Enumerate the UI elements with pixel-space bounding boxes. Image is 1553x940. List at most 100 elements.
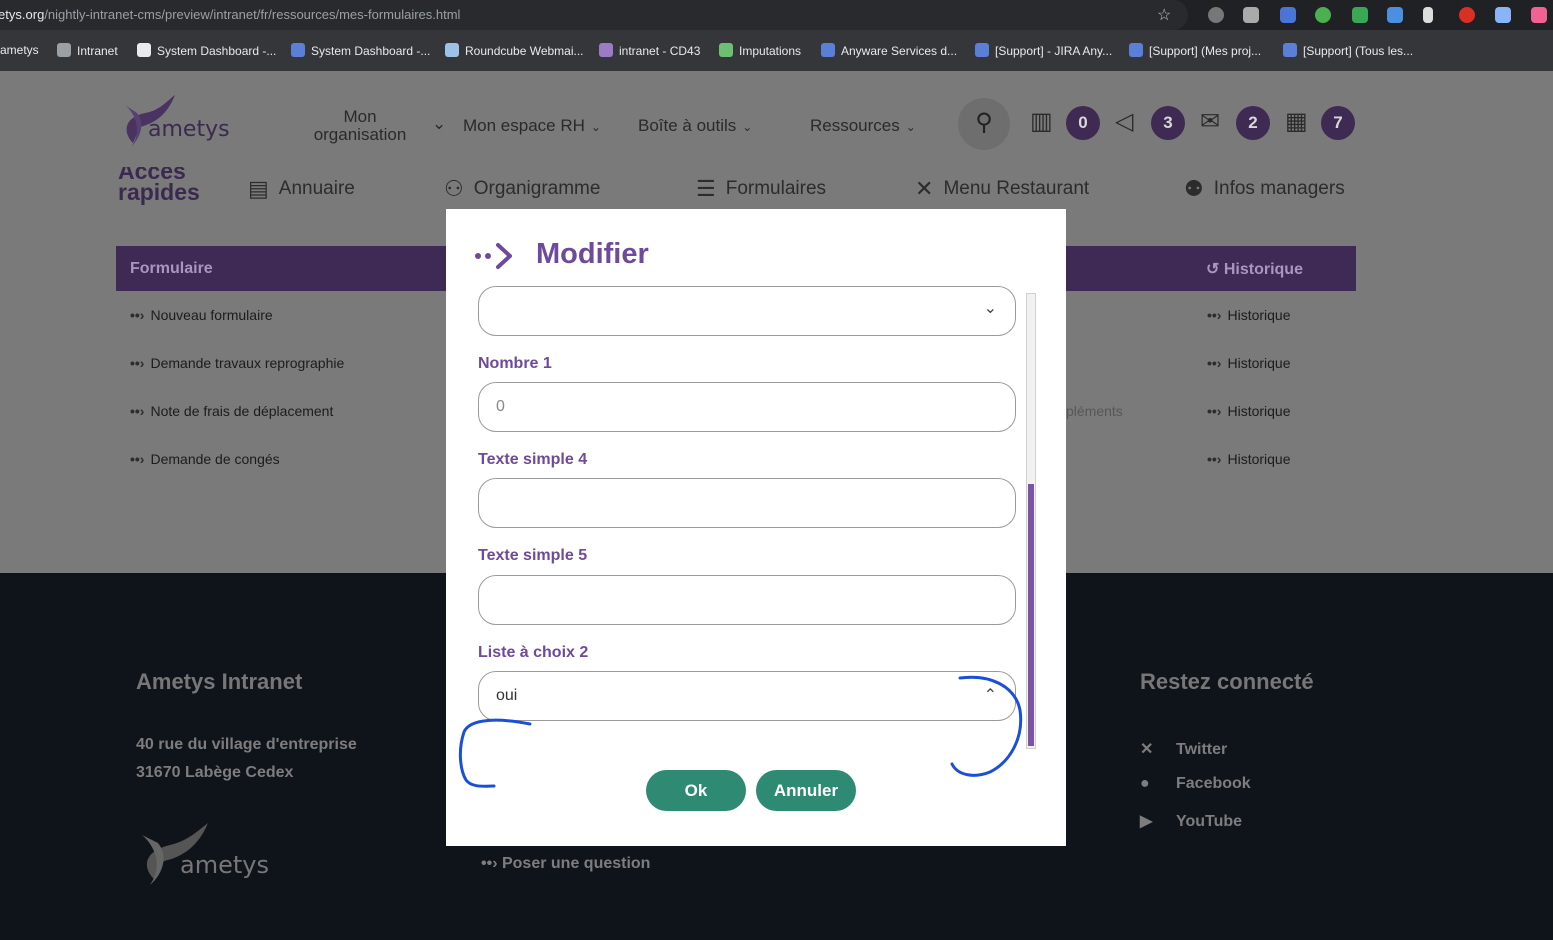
arrow-icon: ••›	[481, 855, 502, 872]
bookmark-item[interactable]: [Support] - JIRA Any...	[975, 43, 1112, 58]
quick-access-annuaire[interactable]: ▤ Annuaire	[248, 176, 355, 202]
ask-question-link[interactable]: ••› Poser une question	[481, 855, 650, 873]
extension-icon[interactable]	[1315, 7, 1331, 23]
nav-label: organisation	[313, 125, 407, 144]
camera-extension-icon[interactable]	[1243, 7, 1259, 23]
cancel-button[interactable]: Annuler	[756, 770, 856, 811]
news-count-badge: 0	[1066, 106, 1100, 140]
announcements-count-badge: 3	[1151, 106, 1185, 140]
twitter-link[interactable]: ✕ Twitter	[1140, 739, 1227, 759]
nav-mon-espace-rh[interactable]: Mon espace RH ⌄	[463, 117, 601, 136]
ask-question-label: Poser une question	[501, 855, 651, 872]
bookmark-item[interactable]: intranet - CD43	[599, 43, 700, 58]
footer-ametys-logo-icon: ametys	[142, 823, 269, 885]
texte4-label: Texte simple 4	[478, 451, 588, 468]
form-label: Demande de congés	[150, 451, 280, 467]
history-link[interactable]: ••› Historique	[1207, 307, 1291, 323]
texte5-input[interactable]	[478, 575, 1016, 625]
bookmark-item[interactable]: System Dashboard -...	[291, 43, 430, 58]
address-field[interactable]: ametys.org/nightly-intranet-cms/preview/…	[0, 0, 1188, 30]
facebook-link[interactable]: ● Facebook	[1140, 775, 1251, 793]
managers-icon: ⚉	[1184, 176, 1204, 201]
form-label: Nouveau formulaire	[150, 307, 273, 323]
mail-count-badge: 2	[1236, 106, 1270, 140]
arrow-icon: ••›	[130, 355, 145, 371]
extension-icon[interactable]	[1531, 7, 1547, 23]
scrollbar-thumb[interactable]	[1028, 484, 1034, 746]
nav-label: Mon	[343, 107, 377, 126]
modal-scrollbar[interactable]	[1026, 293, 1036, 749]
bookmark-item[interactable]: Anyware Services d...	[821, 43, 957, 58]
history-link-label: Historique	[1227, 307, 1291, 323]
bookmark-item[interactable]: ametys	[0, 43, 39, 57]
megaphone-icon[interactable]: ◁	[1115, 107, 1133, 136]
modal-title: Modifier	[536, 238, 649, 270]
history-link[interactable]: ••› Historique	[1207, 451, 1291, 467]
bookmark-star-icon[interactable]: ☆	[1157, 5, 1171, 25]
quick-access-organigramme[interactable]: ⚇ Organigramme	[444, 176, 600, 202]
quick-access-formulaires[interactable]: ☰ Formulaires	[696, 176, 826, 202]
mail-icon[interactable]: ✉	[1200, 107, 1220, 136]
form-link[interactable]: ••› Demande travaux reprographie	[130, 355, 344, 371]
liste2-select[interactable]: oui ⌃	[478, 671, 1016, 721]
extension-icon[interactable]	[1352, 7, 1368, 23]
youtube-link[interactable]: ▶ YouTube	[1140, 811, 1242, 831]
restaurant-icon: ✕	[915, 176, 934, 201]
texte4-input[interactable]	[478, 478, 1016, 528]
quick-access-infos-managers[interactable]: ⚉ Infos managers	[1184, 176, 1345, 202]
bookmark-item[interactable]: Roundcube Webmai...	[445, 43, 584, 58]
modal-title-arrow-icon	[475, 243, 512, 269]
forms-header-label: Formulaire	[130, 260, 213, 277]
bookmark-item[interactable]: [Support] (Tous les...	[1283, 43, 1413, 58]
form-label: Note de frais de déplacement	[150, 403, 334, 419]
nombre1-input[interactable]: 0	[478, 382, 1016, 432]
history-link-label: Historique	[1227, 451, 1291, 467]
history-link[interactable]: ••› Historique	[1207, 403, 1291, 419]
history-link-label: Historique	[1227, 403, 1291, 419]
nav-boite-a-outils[interactable]: Boîte à outils ⌄	[638, 117, 752, 136]
chevron-down-icon[interactable]: ⌄	[432, 115, 446, 133]
nav-label: Boîte à outils	[638, 116, 737, 135]
facebook-icon: ●	[1140, 775, 1150, 792]
bookmark-item[interactable]: [Support] (Mes proj...	[1129, 43, 1261, 58]
directory-icon: ▤	[248, 176, 269, 201]
extension-icon[interactable]	[1459, 7, 1475, 23]
social-label: Facebook	[1176, 775, 1251, 792]
form-label: Demande travaux reprographie	[150, 355, 345, 371]
nav-mon-organisation[interactable]: Mon organisation	[310, 108, 410, 144]
form-link[interactable]: ••› Demande de congés	[130, 451, 280, 467]
form-link[interactable]: ••› Note de frais de déplacement	[130, 403, 333, 419]
extension-icon[interactable]	[1208, 7, 1224, 23]
ok-button[interactable]: Ok	[646, 770, 746, 811]
calendar-icon[interactable]: ▦	[1285, 107, 1308, 136]
extension-icon[interactable]	[1387, 7, 1403, 23]
dropdown-options-area[interactable]	[478, 731, 1016, 751]
footer-title: Ametys Intranet	[136, 669, 303, 694]
edit-modal: Modifier ⌄ Nombre 1 0 Texte simple 4 Tex…	[446, 209, 1066, 846]
history-link[interactable]: ••› Historique	[1207, 355, 1291, 371]
search-icon[interactable]: ⚲	[958, 98, 1010, 150]
liste2-label: Liste à choix 2	[478, 644, 589, 661]
history-icon: ↺	[1206, 261, 1224, 278]
bookmark-item[interactable]: Intranet	[57, 43, 118, 58]
top-select-field[interactable]: ⌄	[478, 286, 1016, 336]
quick-access-menu-restaurant[interactable]: ✕ Menu Restaurant	[915, 176, 1089, 202]
nav-ressources[interactable]: Ressources ⌄	[810, 117, 916, 136]
history-header-label: Historique	[1223, 261, 1303, 278]
history-link-label: Historique	[1227, 355, 1291, 371]
quick-access-label: Infos managers	[1213, 178, 1345, 199]
cursor-extension-icon[interactable]	[1423, 7, 1433, 23]
extension-icon[interactable]	[1495, 7, 1511, 23]
nav-label: Ressources	[810, 116, 900, 135]
bookmarks-bar: ametys Intranet System Dashboard -... Sy…	[0, 30, 1553, 71]
logo-text: ametys	[148, 117, 230, 142]
x-twitter-icon: ✕	[1140, 741, 1154, 758]
form-link[interactable]: ••› Nouveau formulaire	[130, 307, 273, 323]
news-icon[interactable]: ▥	[1030, 107, 1053, 136]
bookmark-item[interactable]: Imputations	[719, 43, 801, 58]
arrow-icon: ••›	[1207, 403, 1222, 419]
url-text: ametys.org/nightly-intranet-cms/preview/…	[0, 7, 461, 22]
bookmark-item[interactable]: System Dashboard -...	[137, 43, 276, 58]
eyedropper-extension-icon[interactable]	[1280, 7, 1296, 23]
chevron-down-icon: ⌄	[590, 120, 601, 134]
